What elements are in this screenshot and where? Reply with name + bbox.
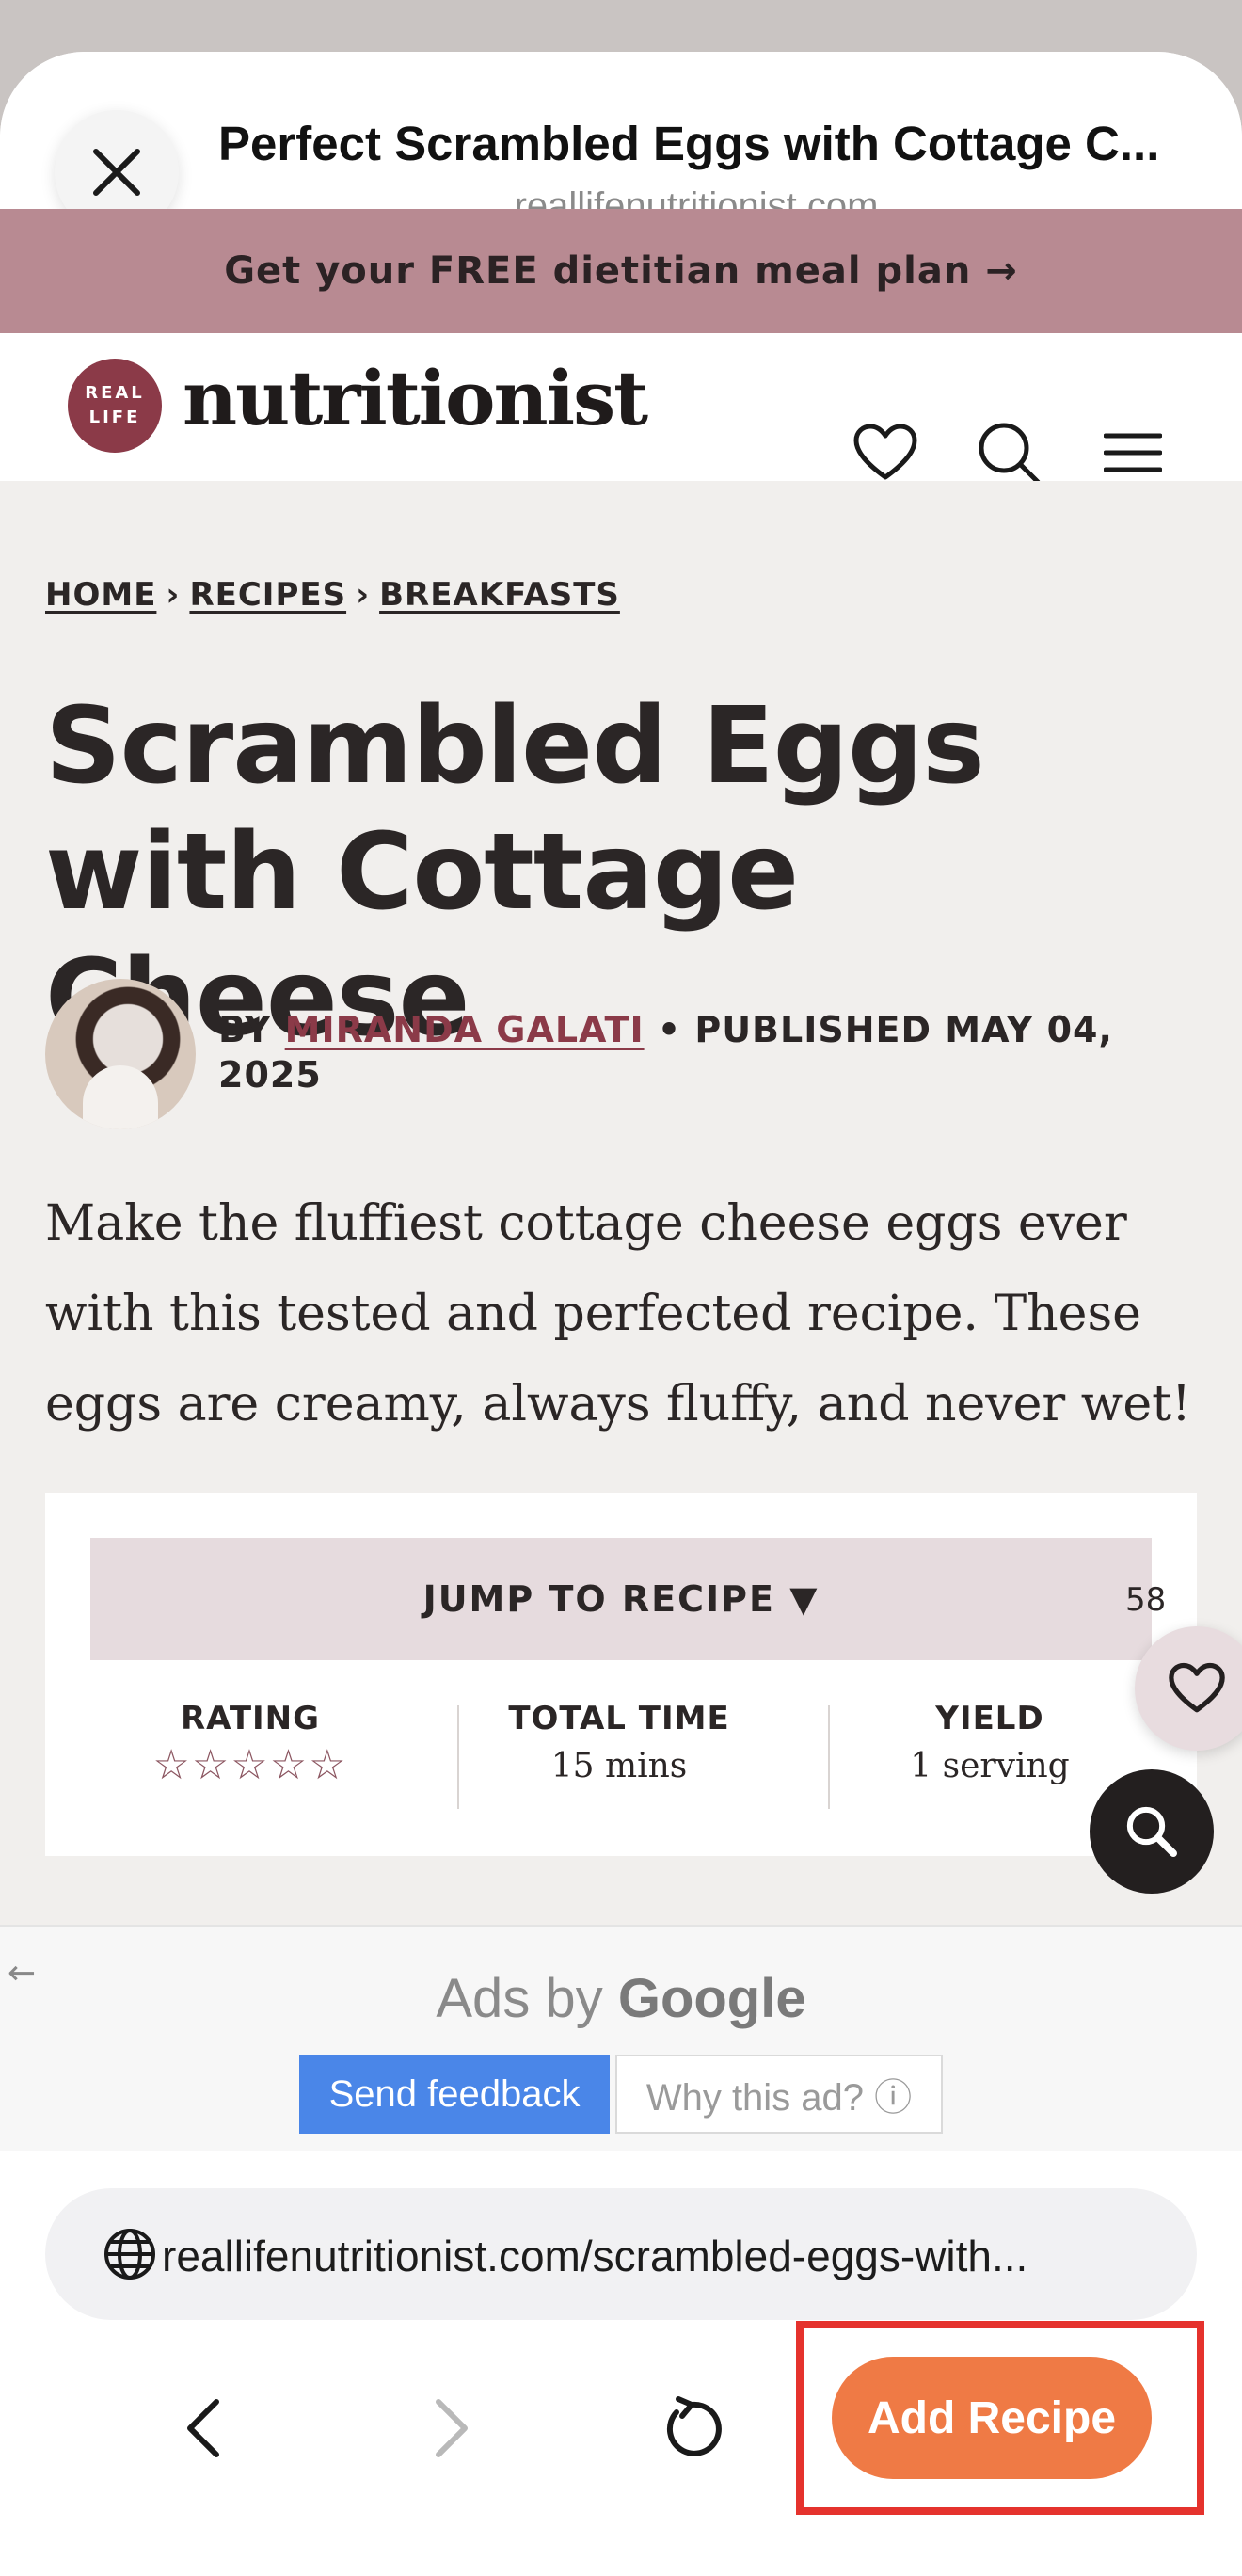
breadcrumb-separator: ›: [356, 576, 371, 614]
byline: BY MIRANDA GALATI • PUBLISHED MAY 04, 20…: [218, 1007, 1216, 1097]
breadcrumb: HOME › RECIPES › BREAKFASTS: [45, 576, 620, 614]
yield-value: 1 serving: [910, 1747, 1070, 1785]
site-logo-badge[interactable]: REAL LIFE: [68, 359, 162, 453]
logo-badge-line1: REAL: [85, 383, 145, 403]
reload-icon: [666, 2396, 722, 2456]
divider: [828, 1705, 830, 1809]
reload-button[interactable]: [644, 2381, 738, 2475]
total-time-value: 15 mins: [550, 1747, 688, 1785]
menu-icon: [1104, 433, 1162, 472]
logo-badge-line2: LIFE: [88, 408, 141, 427]
sheet-title: Perfect Scrambled Eggs with Cottage C...: [218, 117, 1160, 170]
ads-by-text: Ads by: [436, 1968, 603, 2029]
ads-by-google-label: Ads by Google: [0, 1967, 1242, 2030]
rating-stars[interactable]: ☆☆☆☆☆: [109, 1741, 391, 1789]
heart-icon: [1169, 1662, 1225, 1713]
chevron-left-icon: [187, 2399, 219, 2457]
promo-banner[interactable]: Get your FREE dietitian meal plan →: [0, 209, 1242, 333]
author-link[interactable]: MIRANDA GALATI: [285, 1009, 645, 1050]
favorites-count: 58: [1125, 1581, 1167, 1619]
byline-by: BY: [218, 1009, 272, 1050]
divider: [457, 1705, 459, 1809]
floating-search-button[interactable]: [1090, 1769, 1214, 1894]
breadcrumb-home[interactable]: HOME: [45, 576, 156, 614]
back-button[interactable]: [156, 2381, 250, 2475]
page-title: Scrambled Eggs with Cottage Cheese: [45, 685, 985, 1060]
forward-button[interactable]: [405, 2381, 499, 2475]
site-logo-word[interactable]: nutritionist: [183, 354, 648, 442]
yield-label: YIELD: [935, 1700, 1044, 1737]
rating-label: RATING: [180, 1700, 321, 1737]
search-icon: [1126, 1806, 1177, 1857]
avatar: [45, 979, 196, 1129]
breadcrumb-recipes[interactable]: RECIPES: [189, 576, 346, 614]
search-icon: [979, 423, 1041, 485]
heart-icon: [853, 424, 917, 480]
url-text[interactable]: reallifenutritionist.com/scrambled-eggs-…: [162, 2231, 1159, 2281]
jump-to-recipe-button[interactable]: JUMP TO RECIPE ▼: [90, 1538, 1152, 1660]
total-time-label: TOTAL TIME: [508, 1700, 730, 1737]
rating-block: RATING ☆☆☆☆☆: [109, 1700, 391, 1789]
yield-block: YIELD 1 serving: [849, 1700, 1131, 1785]
chevron-right-icon: [436, 2399, 468, 2457]
total-time-block: TOTAL TIME 15 mins: [478, 1700, 760, 1785]
send-feedback-button[interactable]: Send feedback: [299, 2055, 610, 2134]
breadcrumb-breakfasts[interactable]: BREAKFASTS: [379, 576, 620, 614]
article-intro: Make the fluffiest cottage cheese eggs e…: [45, 1195, 1191, 1432]
favorites-button[interactable]: [852, 419, 919, 487]
globe-icon: [104, 2229, 155, 2280]
site-menu-button[interactable]: [1099, 419, 1167, 487]
why-this-ad-button[interactable]: Why this ad? ⓘ: [615, 2055, 943, 2134]
breadcrumb-separator: ›: [166, 576, 181, 614]
add-recipe-button[interactable]: Add Recipe: [832, 2357, 1152, 2479]
site-search-button[interactable]: [975, 419, 1043, 487]
google-wordmark: Google: [617, 1968, 806, 2029]
